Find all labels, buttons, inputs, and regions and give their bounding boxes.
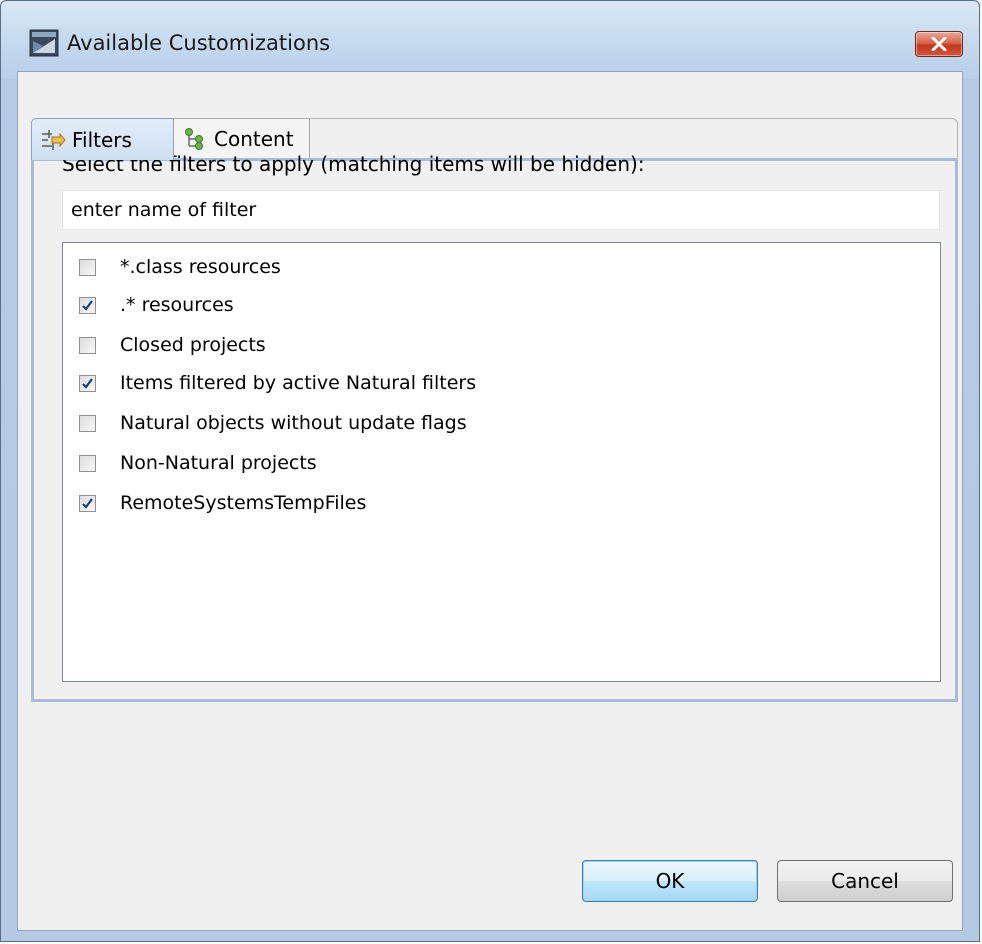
window-title: Available Customizations [67, 31, 331, 55]
eclipse-window-icon [29, 29, 59, 57]
list-item-label: Items filtered by active Natural filters [120, 372, 477, 394]
checkbox[interactable] [79, 414, 96, 432]
list-item[interactable]: Items filtered by active Natural filters [79, 367, 476, 399]
checkbox[interactable] [79, 296, 96, 314]
close-icon [931, 37, 947, 51]
list-item-label: RemoteSystemsTempFiles [120, 492, 367, 514]
filters-icon [42, 129, 66, 150]
content-tree-icon [185, 127, 203, 150]
tab-content-label: Content [214, 126, 294, 151]
checkmark-icon [82, 497, 93, 509]
close-button[interactable] [915, 31, 963, 57]
checkmark-icon [82, 299, 93, 311]
checkbox[interactable] [79, 374, 96, 392]
ok-button[interactable]: OK [582, 860, 758, 902]
filter-search-input[interactable] [62, 190, 940, 230]
list-item-label: *.class resources [120, 256, 281, 278]
checkbox[interactable] [79, 336, 96, 354]
list-item-label: Non-Natural projects [120, 452, 317, 474]
title-bar[interactable]: Available Customizations [1, 1, 979, 79]
tab-filters[interactable]: Filters [31, 118, 174, 160]
list-item[interactable]: Non-Natural projects [79, 447, 317, 479]
checkbox[interactable] [79, 494, 96, 512]
filters-list: *.class resources .* resources Closed pr… [62, 242, 941, 682]
cancel-button[interactable]: Cancel [777, 860, 953, 902]
list-item-label: Natural objects without update flags [120, 412, 467, 434]
list-item[interactable]: RemoteSystemsTempFiles [79, 487, 366, 519]
list-item[interactable]: Natural objects without update flags [79, 407, 467, 439]
tab-filters-label: Filters [72, 127, 132, 152]
checkbox[interactable] [79, 258, 96, 276]
list-item[interactable]: Closed projects [79, 329, 266, 361]
checkmark-icon [82, 377, 93, 389]
checkbox[interactable] [79, 454, 96, 472]
list-item-label: .* resources [120, 294, 234, 316]
list-item-label: Closed projects [120, 334, 266, 356]
list-item[interactable]: *.class resources [79, 251, 281, 283]
list-item[interactable]: .* resources [79, 289, 234, 321]
